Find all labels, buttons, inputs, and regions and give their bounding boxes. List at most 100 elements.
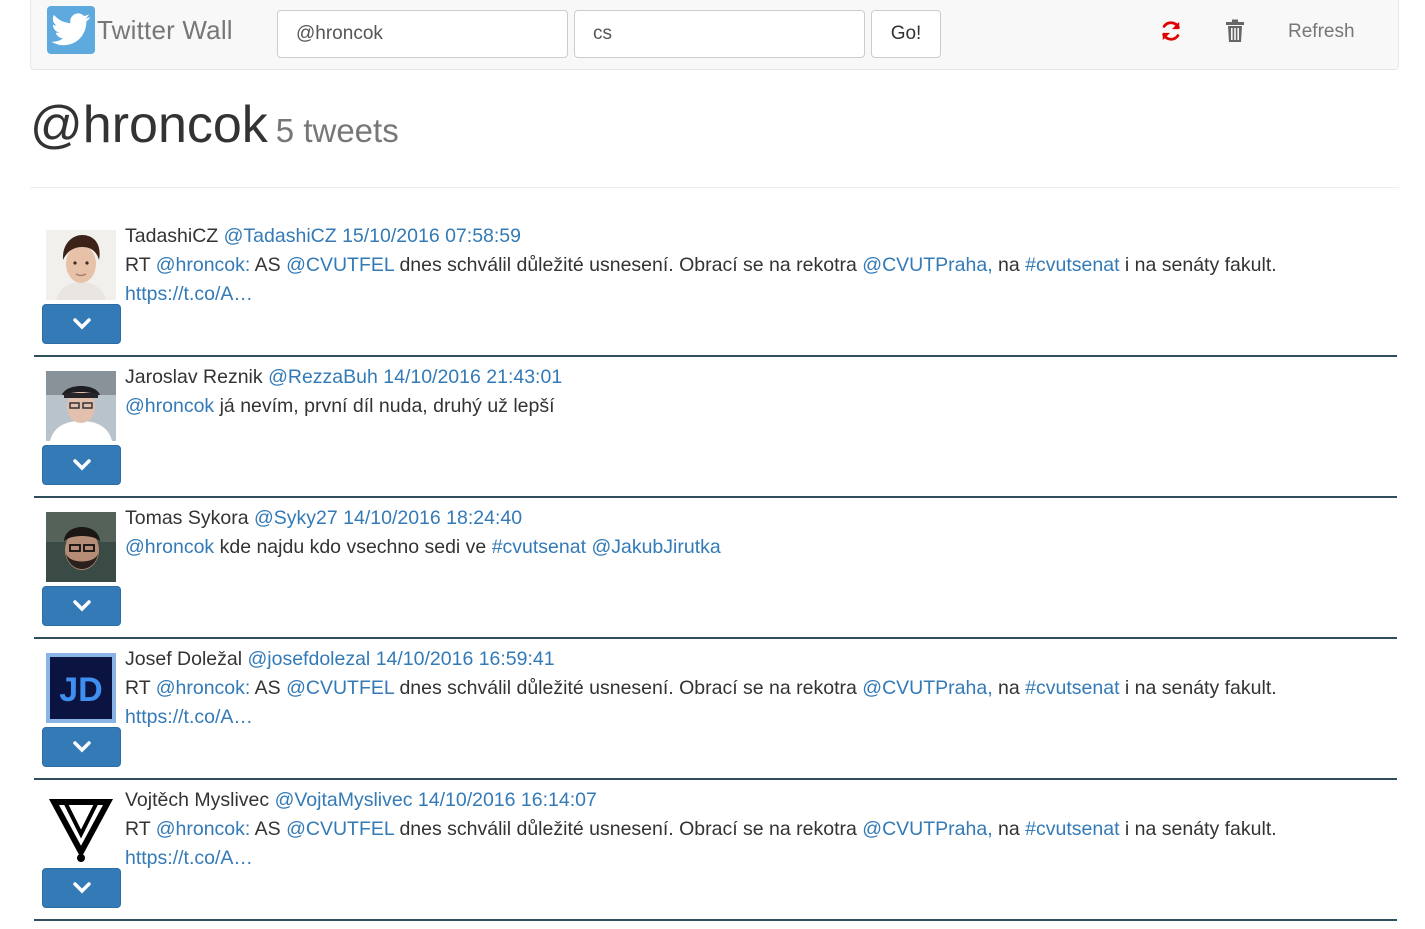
rt-label: RT bbox=[125, 254, 151, 276]
url-link[interactable]: https://t.co/A… bbox=[125, 847, 253, 869]
mention-link[interactable]: @hroncok: bbox=[156, 254, 251, 276]
text-segment: AS bbox=[254, 677, 281, 699]
mention-link[interactable]: @hroncok: bbox=[156, 818, 251, 840]
tweet-item: JD Josef Doležal @josefdolezal 14/10/201… bbox=[34, 639, 1397, 780]
avatar: JD bbox=[46, 653, 116, 723]
rt-label: RT bbox=[125, 677, 151, 699]
tweet-content: Josef Doležal @josefdolezal 14/10/2016 1… bbox=[125, 645, 1387, 732]
text-segment: i na senáty fakult. bbox=[1124, 254, 1277, 276]
chevron-down-icon bbox=[72, 318, 91, 330]
tweet-item: TadashiCZ @TadashiCZ 15/10/2016 07:58:59… bbox=[34, 216, 1397, 357]
query-title: @hroncok bbox=[30, 96, 268, 154]
author-handle-link[interactable]: @VojtaMyslivec bbox=[275, 789, 413, 811]
hashtag-link[interactable]: #cvutsenat bbox=[1025, 254, 1119, 276]
text-segment: i na senáty fakult. bbox=[1124, 818, 1277, 840]
brand[interactable]: Twitter Wall bbox=[47, 6, 233, 54]
expand-button[interactable] bbox=[42, 445, 121, 485]
trash-icon[interactable] bbox=[1218, 14, 1252, 48]
page-header: @hroncok 5 tweets bbox=[30, 96, 1399, 188]
tweet-content: Jaroslav Reznik @RezzaBuh 14/10/2016 21:… bbox=[125, 363, 1387, 421]
tweet-header: Vojtěch Myslivec @VojtaMyslivec 14/10/20… bbox=[125, 786, 1387, 815]
text-segment: kde najdu kdo vsechno sedi ve bbox=[219, 536, 487, 558]
author-handle-link[interactable]: @Syky27 bbox=[254, 507, 338, 529]
tweet-item: Jaroslav Reznik @RezzaBuh 14/10/2016 21:… bbox=[34, 357, 1397, 498]
timestamp-link[interactable]: 14/10/2016 16:14:07 bbox=[418, 789, 597, 811]
avatar bbox=[46, 512, 116, 582]
url-link[interactable]: https://t.co/A… bbox=[125, 283, 253, 305]
text-segment: dnes schválil důležité usnesení. Obrací … bbox=[399, 677, 857, 699]
mention-link[interactable]: @CVUTFEL bbox=[286, 818, 394, 840]
hashtag-link[interactable]: #cvutsenat bbox=[492, 536, 586, 558]
timestamp-link[interactable]: 14/10/2016 21:43:01 bbox=[383, 366, 562, 388]
text-segment: na bbox=[998, 254, 1020, 276]
tweet-item: Vojtěch Myslivec @VojtaMyslivec 14/10/20… bbox=[34, 780, 1397, 921]
tweet-content: TadashiCZ @TadashiCZ 15/10/2016 07:58:59… bbox=[125, 222, 1387, 309]
mention-link[interactable]: @hroncok bbox=[125, 395, 214, 417]
timestamp-link[interactable]: 15/10/2016 07:58:59 bbox=[342, 225, 521, 247]
mention-link[interactable]: @hroncok bbox=[125, 536, 214, 558]
mention-link[interactable]: @hroncok: bbox=[156, 677, 251, 699]
hashtag-link[interactable]: #cvutsenat bbox=[1025, 677, 1119, 699]
go-button[interactable]: Go! bbox=[871, 10, 941, 58]
rt-label: RT bbox=[125, 818, 151, 840]
author-name: TadashiCZ bbox=[125, 225, 219, 247]
tweet-header: Tomas Sykora @Syky27 14/10/2016 18:24:40 bbox=[125, 504, 1387, 533]
expand-button[interactable] bbox=[42, 868, 121, 908]
mention-link[interactable]: @CVUTFEL bbox=[286, 677, 394, 699]
author-handle-link[interactable]: @RezzaBuh bbox=[268, 366, 378, 388]
page-title: @hroncok 5 tweets bbox=[30, 96, 1399, 160]
author-name: Vojtěch Myslivec bbox=[125, 789, 270, 811]
tweet-list: TadashiCZ @TadashiCZ 15/10/2016 07:58:59… bbox=[34, 216, 1397, 921]
author-name: Josef Doležal bbox=[125, 648, 243, 670]
tweet-content: Vojtěch Myslivec @VojtaMyslivec 14/10/20… bbox=[125, 786, 1387, 873]
author-handle-link[interactable]: @TadashiCZ bbox=[224, 225, 337, 247]
mention-link[interactable]: @CVUTFEL bbox=[286, 254, 394, 276]
navbar: Twitter Wall Go! Refresh bbox=[30, 0, 1399, 70]
mention-link[interactable]: @JakubJirutka bbox=[591, 536, 720, 558]
refresh-icon[interactable] bbox=[1154, 14, 1188, 48]
timestamp-link[interactable]: 14/10/2016 16:59:41 bbox=[376, 648, 555, 670]
text-segment: AS bbox=[254, 818, 281, 840]
tweet-text: @hroncok kde najdu kdo vsechno sedi ve #… bbox=[125, 533, 1387, 562]
twitter-bird-icon bbox=[47, 6, 95, 54]
text-segment: dnes schválil důležité usnesení. Obrací … bbox=[399, 818, 857, 840]
tweet-header: TadashiCZ @TadashiCZ 15/10/2016 07:58:59 bbox=[125, 222, 1387, 251]
tweet-header: Jaroslav Reznik @RezzaBuh 14/10/2016 21:… bbox=[125, 363, 1387, 392]
avatar-monogram: JD bbox=[59, 671, 102, 709]
query-input[interactable] bbox=[277, 10, 568, 58]
refresh-link[interactable]: Refresh bbox=[1288, 21, 1355, 43]
tweet-text: RT @hroncok: AS @CVUTFEL dnes schválil d… bbox=[125, 815, 1387, 873]
text-segment: na bbox=[998, 677, 1020, 699]
text-segment: na bbox=[998, 818, 1020, 840]
tweet-item: Tomas Sykora @Syky27 14/10/2016 18:24:40… bbox=[34, 498, 1397, 639]
expand-button[interactable] bbox=[42, 304, 121, 344]
mention-link[interactable]: @CVUTPraha, bbox=[862, 254, 992, 276]
avatar bbox=[46, 230, 116, 300]
chevron-down-icon bbox=[72, 741, 91, 753]
avatar bbox=[46, 371, 116, 441]
author-name: Jaroslav Reznik bbox=[125, 366, 263, 388]
expand-button[interactable] bbox=[42, 727, 121, 767]
tweet-header: Josef Doležal @josefdolezal 14/10/2016 1… bbox=[125, 645, 1387, 674]
hashtag-link[interactable]: #cvutsenat bbox=[1025, 818, 1119, 840]
text-segment: já nevím, první díl nuda, druhý už lepší bbox=[219, 395, 555, 417]
tweet-text: RT @hroncok: AS @CVUTFEL dnes schválil d… bbox=[125, 251, 1387, 309]
url-link[interactable]: https://t.co/A… bbox=[125, 706, 253, 728]
chevron-down-icon bbox=[72, 882, 91, 894]
language-input[interactable] bbox=[574, 10, 865, 58]
text-segment: i na senáty fakult. bbox=[1124, 677, 1277, 699]
author-name: Tomas Sykora bbox=[125, 507, 249, 529]
tweet-count: 5 tweets bbox=[275, 112, 399, 149]
timestamp-link[interactable]: 14/10/2016 18:24:40 bbox=[343, 507, 522, 529]
text-segment: dnes schválil důležité usnesení. Obrací … bbox=[399, 254, 857, 276]
expand-button[interactable] bbox=[42, 586, 121, 626]
author-handle-link[interactable]: @josefdolezal bbox=[247, 648, 370, 670]
tweet-text: @hroncok já nevím, první díl nuda, druhý… bbox=[125, 392, 1387, 421]
tweet-text: RT @hroncok: AS @CVUTFEL dnes schválil d… bbox=[125, 674, 1387, 732]
mention-link[interactable]: @CVUTPraha, bbox=[862, 818, 992, 840]
mention-link[interactable]: @CVUTPraha, bbox=[862, 677, 992, 699]
tweet-content: Tomas Sykora @Syky27 14/10/2016 18:24:40… bbox=[125, 504, 1387, 562]
avatar bbox=[46, 794, 116, 864]
brand-title: Twitter Wall bbox=[97, 14, 233, 45]
chevron-down-icon bbox=[72, 459, 91, 471]
